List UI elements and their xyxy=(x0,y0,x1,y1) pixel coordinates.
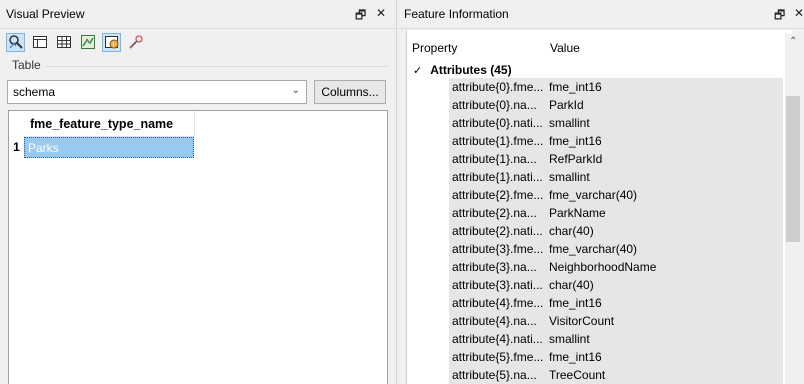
list-item[interactable]: attribute{0}.fme... fme_int16 xyxy=(449,78,783,96)
list-item[interactable]: attribute{0}.na... ParkId xyxy=(449,96,783,114)
list-item[interactable]: attribute{5}.na... TreeCount xyxy=(449,366,783,384)
table-row-number: 1 xyxy=(13,140,20,154)
list-item[interactable]: attribute{3}.fme... fme_varchar(40) xyxy=(449,240,783,258)
attribute-value: fme_int16 xyxy=(549,80,602,94)
table-column-header[interactable]: fme_feature_type_name xyxy=(24,111,195,137)
attribute-property: attribute{3}.nati... xyxy=(452,278,543,292)
attributes-group[interactable]: ✓ Attributes (45) xyxy=(407,61,512,79)
attribute-property: attribute{2}.fme... xyxy=(452,188,544,202)
attribute-value: RefParkId xyxy=(549,152,603,166)
attribute-value: fme_int16 xyxy=(549,134,602,148)
attribute-property: attribute{5}.fme... xyxy=(452,350,544,364)
preview-table: fme_feature_type_name 1 Parks xyxy=(8,110,388,384)
feature-info-list: Property Value ✓ Attributes (45) attribu… xyxy=(406,30,801,384)
attribute-value: char(40) xyxy=(549,224,594,238)
list-item[interactable]: attribute{4}.fme... fme_int16 xyxy=(449,294,783,312)
feature-info-icon[interactable]: i xyxy=(102,32,121,52)
column-header-value[interactable]: Value xyxy=(550,41,580,55)
list-item[interactable]: attribute{4}.nati... smallint xyxy=(449,330,783,348)
attribute-value: NeighborhoodName xyxy=(549,260,657,274)
list-item[interactable]: attribute{3}.na... NeighborhoodName xyxy=(449,258,783,276)
table-view-icon[interactable] xyxy=(30,33,49,52)
chevron-down-icon[interactable]: ✓ xyxy=(413,64,422,77)
close-panel-icon[interactable]: ✕ xyxy=(794,6,804,20)
close-panel-icon[interactable]: ✕ xyxy=(376,6,386,20)
visual-preview-panel: Visual Preview 🗗 ✕ i Table schema ⌄ Colu… xyxy=(0,0,397,384)
list-item[interactable]: attribute{1}.nati... smallint xyxy=(449,168,783,186)
columns-button[interactable]: Columns... xyxy=(314,80,386,104)
attribute-rows: attribute{0}.fme... fme_int16 attribute{0}… xyxy=(449,78,783,384)
attribute-property: attribute{0}.na... xyxy=(452,98,537,112)
column-header-property[interactable]: Property xyxy=(412,41,457,55)
attribute-value: smallint xyxy=(549,170,590,184)
list-item[interactable]: attribute{2}.nati... char(40) xyxy=(449,222,783,240)
section-divider xyxy=(46,66,388,67)
table-select[interactable]: schema ⌄ xyxy=(7,80,307,104)
attribute-value: VisitorCount xyxy=(549,314,615,328)
list-item[interactable]: attribute{1}.na... RefParkId xyxy=(449,150,783,168)
table-select-value: schema xyxy=(13,85,56,99)
float-panel-icon[interactable]: 🗗 xyxy=(774,6,785,27)
attribute-property: attribute{3}.fme... xyxy=(452,242,544,256)
list-header: Property Value xyxy=(407,38,783,58)
visual-preview-title: Visual Preview xyxy=(6,7,85,21)
attribute-property: attribute{1}.nati... xyxy=(452,170,543,184)
feature-info-title: Feature Information xyxy=(404,7,509,21)
list-item[interactable]: attribute{4}.na... VisitorCount xyxy=(449,312,783,330)
attribute-value: smallint xyxy=(549,332,590,346)
attribute-value: smallint xyxy=(549,116,590,130)
attribute-property: attribute{0}.fme... xyxy=(452,80,544,94)
table-section-label: Table xyxy=(12,58,41,72)
attribute-property: attribute{2}.nati... xyxy=(452,224,543,238)
attribute-value: fme_int16 xyxy=(549,350,602,364)
attributes-group-label: Attributes (45) xyxy=(430,63,512,77)
attribute-property: attribute{3}.na... xyxy=(452,260,537,274)
attribute-property: attribute{4}.nati... xyxy=(452,332,543,346)
attribute-value: ParkName xyxy=(549,206,606,220)
list-item[interactable]: attribute{2}.fme... fme_varchar(40) xyxy=(449,186,783,204)
float-panel-icon[interactable]: 🗗 xyxy=(355,6,366,27)
attribute-property: attribute{1}.na... xyxy=(452,152,537,166)
feature-information-panel: Feature Information 🗗 ✕ Property Value ✓… xyxy=(398,0,804,384)
scrollbar-thumb[interactable] xyxy=(786,96,800,242)
list-item[interactable]: attribute{0}.nati... smallint xyxy=(449,114,783,132)
attribute-value: ParkId xyxy=(549,98,584,112)
attribute-value: fme_varchar(40) xyxy=(549,242,638,256)
list-item[interactable]: attribute{2}.na... ParkName xyxy=(449,204,783,222)
chevron-down-icon: ⌄ xyxy=(291,85,300,96)
visual-preview-titlebar: Visual Preview 🗗 ✕ xyxy=(0,0,396,29)
eyedropper-icon[interactable] xyxy=(126,33,145,52)
table-cell-selected[interactable]: Parks xyxy=(24,137,194,158)
list-item[interactable]: attribute{5}.fme... fme_int16 xyxy=(449,348,783,366)
attribute-property: attribute{1}.fme... xyxy=(452,134,544,148)
grid-view-icon[interactable] xyxy=(54,33,73,52)
attribute-property: attribute{4}.fme... xyxy=(452,296,544,310)
feature-info-titlebar: Feature Information 🗗 ✕ xyxy=(398,0,804,29)
scroll-up-icon[interactable]: ⌃ xyxy=(789,36,797,47)
list-item[interactable]: attribute{1}.fme... fme_int16 xyxy=(449,132,783,150)
inspect-tool-icon[interactable] xyxy=(6,32,25,52)
attribute-value: TreeCount xyxy=(549,368,606,382)
attribute-value: fme_varchar(40) xyxy=(549,188,638,202)
vertical-scrollbar[interactable]: ⌃ xyxy=(785,34,801,384)
list-item[interactable]: attribute{3}.nati... char(40) xyxy=(449,276,783,294)
visual-preview-toolbar: i xyxy=(6,30,145,54)
graphics-view-icon[interactable] xyxy=(78,33,97,52)
svg-text:i: i xyxy=(112,43,113,49)
attribute-property: attribute{4}.na... xyxy=(452,314,537,328)
attribute-value: fme_int16 xyxy=(549,296,602,310)
attribute-value: char(40) xyxy=(549,278,594,292)
attribute-property: attribute{5}.na... xyxy=(452,368,537,382)
attribute-property: attribute{2}.na... xyxy=(452,206,537,220)
attribute-property: attribute{0}.nati... xyxy=(452,116,543,130)
